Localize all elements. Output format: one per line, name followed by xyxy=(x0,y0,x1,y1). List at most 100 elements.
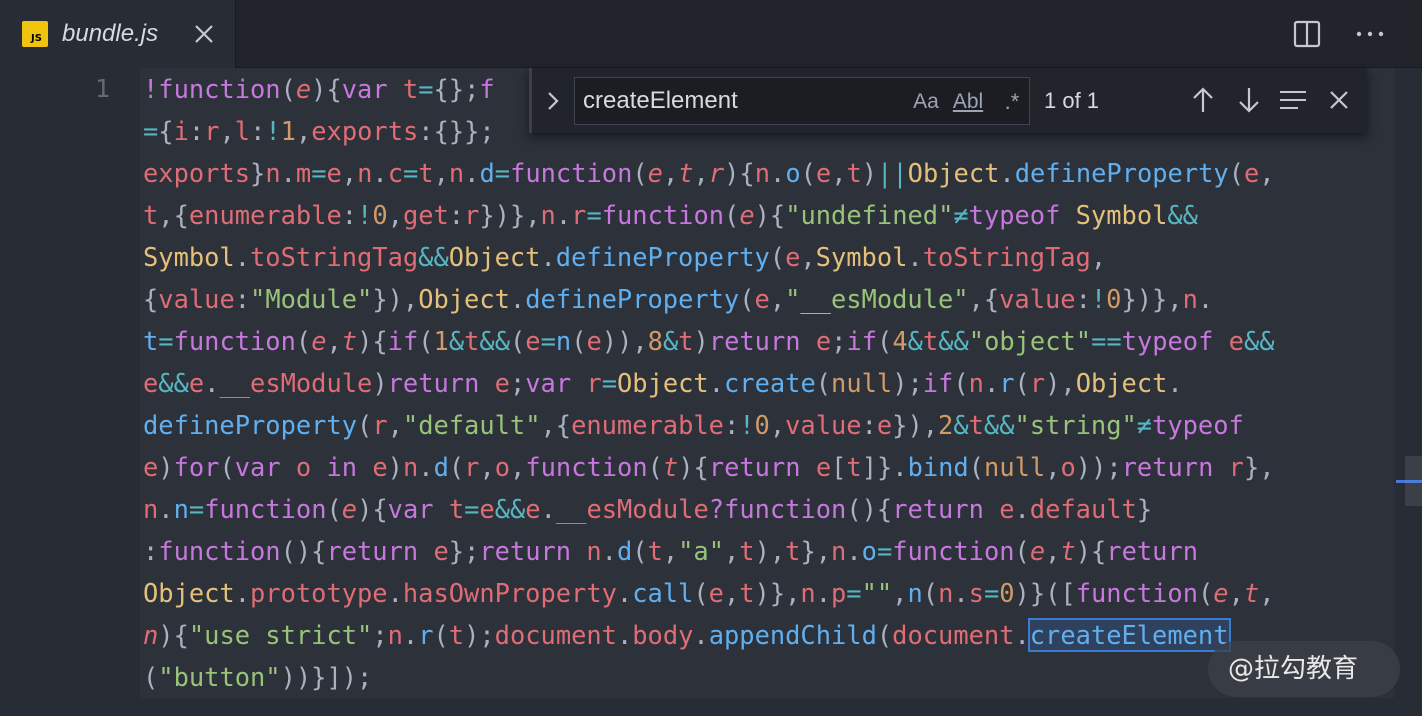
code-token: t xyxy=(143,200,159,230)
code-token: ; xyxy=(509,368,526,398)
code-token: default xyxy=(1029,494,1137,524)
find-match-highlight: createElement xyxy=(1027,618,1231,652)
code-token: t xyxy=(418,158,434,188)
code-token: && xyxy=(479,326,510,356)
code-token: defineProperty xyxy=(525,284,740,314)
code-token: . xyxy=(372,158,388,188)
code-token: toStringTag xyxy=(922,242,1091,272)
find-input-box: Aa Abl .* xyxy=(574,77,1030,125)
code-token: }), xyxy=(892,410,939,440)
code-token: , xyxy=(387,200,403,230)
find-widget: Aa Abl .* 1 of 1 xyxy=(529,68,1367,133)
code-token: defineProperty xyxy=(555,242,770,272)
code-token: ( xyxy=(418,326,434,356)
code-token: ( xyxy=(571,326,587,356)
code-token: ( xyxy=(326,494,342,524)
regex-button[interactable]: .* xyxy=(997,88,1027,116)
code-token: o xyxy=(785,158,801,188)
code-token: )}([ xyxy=(1014,578,1076,608)
arrow-up-icon[interactable] xyxy=(1188,84,1218,116)
code-token: enumerable xyxy=(571,410,724,440)
code-token: n xyxy=(938,578,954,608)
code-token: Object xyxy=(143,578,235,608)
code-token: . xyxy=(983,368,1000,398)
code-token: = xyxy=(494,158,511,188)
close-icon[interactable] xyxy=(1324,84,1354,116)
arrow-down-icon[interactable] xyxy=(1234,84,1264,116)
code-token: t xyxy=(846,158,862,188)
code-token: in xyxy=(326,452,358,482)
code-token: body xyxy=(632,620,694,650)
close-icon[interactable] xyxy=(190,18,218,50)
code-token: . xyxy=(158,494,174,524)
code-token: ), xyxy=(1045,368,1076,398)
code-token: return xyxy=(387,368,480,398)
code-token: 8 xyxy=(647,326,663,356)
more-actions-icon[interactable] xyxy=(1352,18,1388,50)
code-token: defineProperty xyxy=(143,410,358,440)
tab-bundle-js[interactable]: JS bundle.js xyxy=(0,0,236,68)
code-token: ( xyxy=(1228,158,1244,188)
code-token: {}; xyxy=(433,74,480,104)
code-token: = xyxy=(586,200,602,230)
js-file-icon: JS xyxy=(22,21,48,47)
code-token: . xyxy=(953,578,969,608)
code-token: Object xyxy=(907,158,1000,188)
code-token: defineProperty xyxy=(1014,158,1229,188)
code-content[interactable]: !function(e){var t={};f ={i:r,l:!1,export… xyxy=(143,68,1393,698)
code-token: { xyxy=(158,116,174,146)
code-token: m xyxy=(295,158,312,188)
code-token: Object xyxy=(448,242,541,272)
code-token: r xyxy=(418,620,434,650)
whole-word-button[interactable]: Abl xyxy=(951,88,985,116)
find-input[interactable] xyxy=(583,78,903,124)
code-token: (){ xyxy=(280,536,327,566)
code-token: value xyxy=(785,410,862,440)
code-token: e xyxy=(341,494,358,524)
code-token: n xyxy=(540,200,556,230)
code-token: null xyxy=(831,368,893,398)
code-token: . xyxy=(1014,494,1030,524)
code-token: . xyxy=(616,620,633,650)
code-token: ( xyxy=(357,410,373,440)
editor[interactable]: 1 !function(e){var t={};f ={i:r,l:!1,expo… xyxy=(0,68,1422,716)
code-token: :{}}; xyxy=(418,116,495,146)
split-editor-icon[interactable] xyxy=(1290,18,1324,50)
code-line: Object.prototype.hasOwnProperty.call(e,t… xyxy=(143,572,1393,614)
match-case-button[interactable]: Aa xyxy=(909,88,943,116)
code-token: d xyxy=(479,158,495,188)
code-token: n xyxy=(754,158,771,188)
code-token: ( xyxy=(433,620,449,650)
code-token: Symbol xyxy=(143,242,235,272)
code-token: Object xyxy=(1075,368,1168,398)
find-in-selection-icon[interactable] xyxy=(1278,84,1308,116)
code-token: , xyxy=(295,116,312,146)
code-token: : xyxy=(723,410,740,440)
code-token: r xyxy=(204,116,220,146)
code-line: e&&e.__esModule)return e;var r=Object.cr… xyxy=(143,362,1393,404)
code-token: . xyxy=(1167,368,1183,398)
code-token: ) xyxy=(693,326,709,356)
code-token: value xyxy=(999,284,1076,314)
toggle-replace-icon[interactable] xyxy=(542,86,564,116)
scrollbar[interactable] xyxy=(1396,68,1422,716)
code-token: var xyxy=(525,368,572,398)
code-token: , xyxy=(662,158,679,188)
code-token: 1 xyxy=(433,326,449,356)
code-token: typeof xyxy=(968,200,1061,230)
code-token: if xyxy=(846,326,878,356)
code-token: , xyxy=(326,326,342,356)
code-token: l xyxy=(234,116,251,146)
code-token: i xyxy=(173,116,189,146)
code-token: n xyxy=(173,494,189,524)
code-token: , xyxy=(831,158,847,188)
code-token: && xyxy=(418,242,449,272)
code-token: , xyxy=(769,284,786,314)
code-token: ! xyxy=(739,410,755,440)
code-token: n xyxy=(357,158,373,188)
code-token: if xyxy=(387,326,419,356)
tab-title: bundle.js xyxy=(62,20,159,47)
code-token: n xyxy=(555,326,572,356)
